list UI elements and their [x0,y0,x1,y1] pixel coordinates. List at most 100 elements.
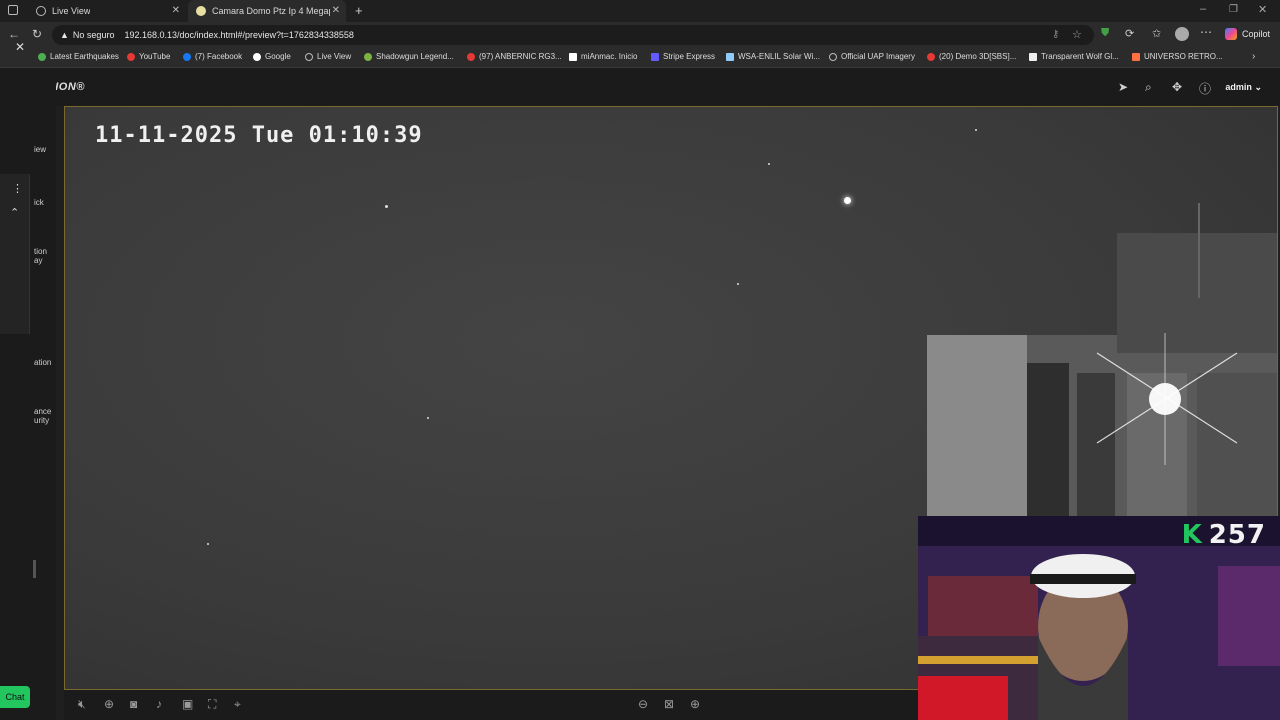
close-icon[interactable]: ✕ [172,5,180,16]
puzzle-icon[interactable]: ✥ [1172,80,1182,94]
star-point [737,283,739,285]
security-indicator[interactable]: ▲ No seguro [60,30,114,40]
capture-icon[interactable]: ◙ [130,697,137,711]
fullscreen-focus-icon[interactable]: ⛶ [208,697,216,712]
user-menu[interactable]: admin ⌄ [1225,82,1262,93]
maximize-icon[interactable]: ❐ [1229,4,1238,15]
bookmark-item[interactable]: miAnmac. Inicio [569,52,637,61]
key-icon[interactable]: ⚷ [1052,29,1059,40]
bookmark-item[interactable]: YouTube [127,52,170,61]
address-bar[interactable]: ▲ No seguro 192.168.0.13/doc/index.html#… [52,25,1094,45]
bookmark-label: (7) Facebook [195,52,243,61]
back-icon[interactable]: ← [8,27,20,41]
globe-icon [305,52,313,61]
bookmark-item[interactable]: Latest Earthquakes [38,52,119,61]
bookmark-item[interactable]: UNIVERSO RETRO... [1132,52,1223,61]
bookmark-item[interactable]: (7) Facebook [183,52,242,61]
menu-item-playback[interactable]: ick [34,198,44,207]
document-icon [1029,52,1037,61]
bookmark-item[interactable]: Google [253,52,291,61]
bookmark-label: Shadowgun Legend... [376,52,454,61]
shield-extension-icon[interactable]: ⛊ [1101,27,1109,40]
search-icon[interactable]: ⌕ [1145,80,1152,95]
layout-icon[interactable]: ⊠ [664,697,674,711]
zoom-icon[interactable]: ⊕ [104,697,114,711]
record-icon[interactable]: ▣ [182,697,193,711]
bookmark-item[interactable]: Official UAP Imagery [829,52,915,61]
copilot-icon [1225,28,1237,40]
close-panel-icon[interactable]: ✕ [15,40,25,54]
menu-item-maintenance-security[interactable]: ance urity [34,407,51,425]
left-submenu: ⋮ ⌃ [0,174,30,334]
profile-avatar[interactable] [1175,27,1189,41]
kick-logo-icon: K [1181,520,1203,550]
star-point [207,543,209,545]
bookmark-item[interactable]: Live View [305,52,351,61]
send-icon[interactable]: ➤ [1118,80,1128,94]
bookmark-label: Transparent Wolf Gl... [1041,52,1119,61]
tab-camara[interactable]: Camara Domo Ptz Ip 4 Megapixel ✕ [188,0,346,22]
chat-label: Chat [5,692,25,702]
more-vertical-icon[interactable]: ⋮ [12,182,23,195]
address-row: ← ↻ ▲ No seguro 192.168.0.13/doc/index.h… [0,22,1280,48]
bookmark-item[interactable]: (97) ANBERNIC RG3... [467,52,562,61]
bookmark-label: UNIVERSO RETRO... [1144,52,1223,61]
copilot-label: Copilot [1242,29,1271,39]
youtube-icon [467,52,475,61]
stripe-icon [651,52,659,61]
bookmark-star-icon[interactable]: ☆ [1072,28,1082,41]
url-text: 192.168.0.13/doc/index.html#/preview?t=1… [124,30,354,40]
bookmark-item[interactable]: Shadowgun Legend... [364,52,454,61]
facebook-icon [183,52,191,61]
streamer-webcam-overlay: K 257 [918,516,1280,720]
tab-live-view[interactable]: Live View ✕ [28,0,186,22]
chat-button[interactable]: Chat [0,686,30,708]
bookmark-label: (97) ANBERNIC RG3... [479,52,562,61]
bookmark-item[interactable]: WSA-ENLIL Solar Wi... [726,52,820,61]
next-arrow-icon[interactable]: ⊕ [690,697,700,711]
tab-label: Camara Domo Ptz Ip 4 Megapixel [212,6,330,16]
new-tab-icon[interactable]: + [355,3,363,18]
chevron-right-icon[interactable]: › [1252,51,1255,62]
target-icon[interactable]: ⌖ [234,697,241,712]
security-label: No seguro [72,30,115,40]
bookmark-label: miAnmac. Inicio [581,52,638,61]
mute-icon[interactable]: 🔇︎ [78,697,86,712]
follower-count: 257 [1208,520,1266,550]
menu-item-configuration-display[interactable]: tion ay [34,247,47,265]
bookmark-label: WSA-ENLIL Solar Wi... [738,52,820,61]
bookmark-favicon-icon [38,52,46,61]
reload-icon[interactable]: ↻ [32,27,42,41]
bookmark-label: Stripe Express [663,52,716,61]
prev-arrow-icon[interactable]: ⊖ [638,697,648,711]
r-logo-icon [569,52,577,61]
close-icon[interactable]: ✕ [332,5,340,16]
globe-icon [829,52,837,61]
bookmarks-bar: Latest Earthquakes YouTube (7) Facebook … [0,48,1280,68]
menu-item-live-view[interactable]: iew [34,145,46,154]
tab-label: Live View [52,6,91,16]
tab-actions-icon[interactable] [8,5,18,15]
menu-item-configuration[interactable]: ation [34,358,51,367]
user-name: admin [1225,82,1252,92]
android-icon [364,52,372,61]
bookmark-item[interactable]: Transparent Wolf Gl... [1029,52,1119,61]
microphone-icon[interactable]: ♪ [156,697,162,711]
copilot-button[interactable]: Copilot [1225,28,1270,40]
star-point [975,129,977,131]
window-close-icon[interactable]: ✕ [1258,3,1267,16]
info-icon[interactable]: ⓘ [1199,80,1211,97]
scrollbar-thumb[interactable] [33,560,36,578]
app-header: VISION® ➤ ⌕ ✥ ⓘ admin ⌄ [0,68,1280,106]
more-menu-icon[interactable]: ⋯ [1200,25,1212,39]
bookmark-item[interactable]: (20) Demo 3D[SBS]... [927,52,1016,61]
warning-icon: ▲ [60,30,69,40]
minimize-icon[interactable]: – [1200,3,1206,15]
extension-icon[interactable]: ⟳ [1125,27,1134,40]
bookmark-favicon-icon [1132,52,1140,61]
favorites-icon[interactable]: ✩ [1152,27,1161,40]
bookmark-label: Latest Earthquakes [50,52,119,61]
bookmark-item[interactable]: Stripe Express [651,52,715,61]
chevron-up-icon[interactable]: ⌃ [10,206,19,219]
star-point [768,163,770,165]
